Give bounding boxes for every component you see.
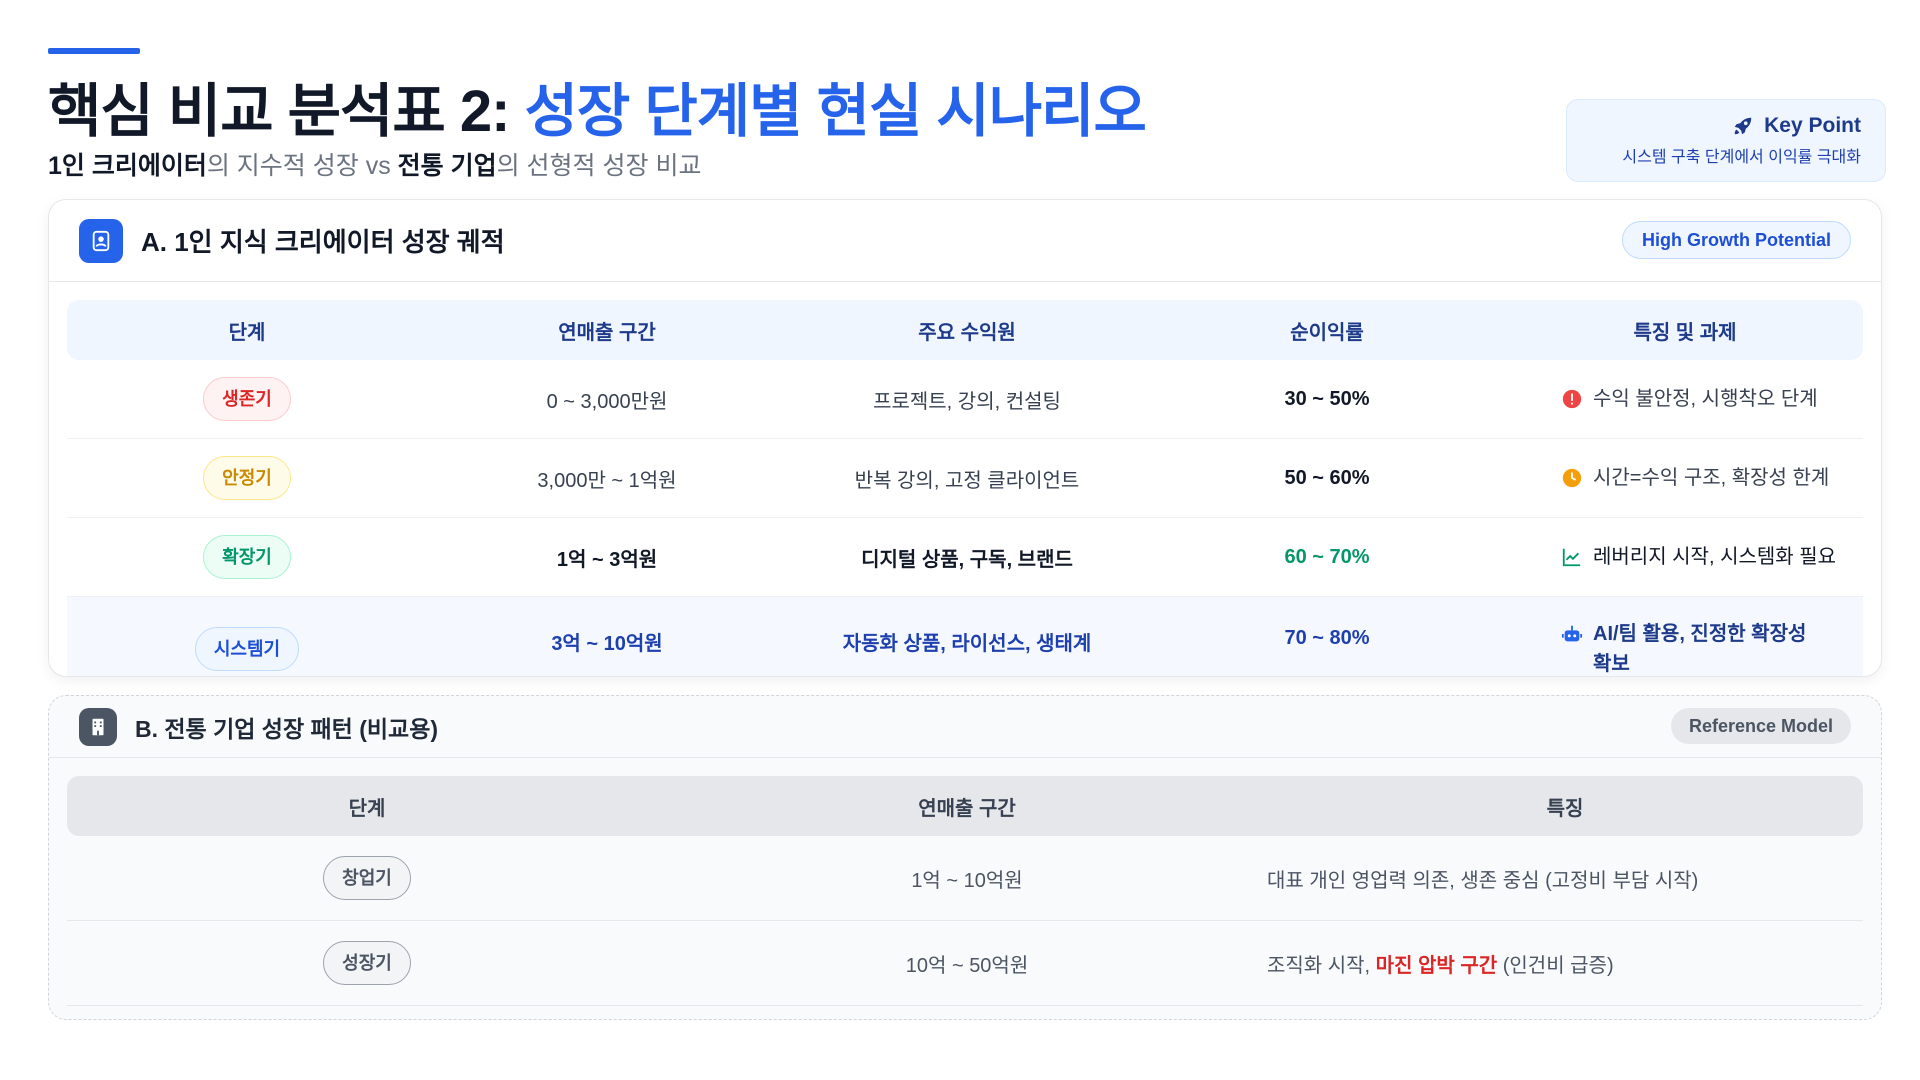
stage-badge: 생존기 [203,377,291,421]
reference-model-pill: Reference Model [1670,708,1851,744]
subtitle-bold-2: 전통 기업 [397,152,497,180]
rocket-icon [1734,117,1752,135]
note-highlight: 마진 압박 구간 [1375,954,1498,977]
title-highlight: 성장 단계별 현실 시나리오 [524,79,1147,144]
note-cell: 시간=수익 구조, 확장성 한계 [1507,463,1863,493]
revenue-cell: 0 ~ 3,000만원 [546,390,668,413]
table-row: 안정기 3,000만 ~ 1억원 반복 강의, 고정 클라이언트 50 ~ 60… [67,439,1863,518]
col-header-margin: 순이익률 [1290,321,1364,344]
stage-badge: 시스템기 [194,627,300,671]
col-header-stage: 단계 [228,321,266,344]
chart-line-icon [1562,548,1581,567]
table-row: 확장기 1억 ~ 3억원 디지털 상품, 구독, 브랜드 60 ~ 70% 레버… [67,518,1863,597]
margin-cell: 70 ~ 80% [1284,627,1370,649]
section-a-card: A. 1인 지식 크리에이터 성장 궤적 High Growth Potenti… [48,199,1882,677]
note-text: 시간=수익 구조, 확장성 한계 [1593,467,1830,489]
high-growth-pill: High Growth Potential [1622,221,1851,259]
section-b-card: B. 전통 기업 성장 패턴 (비교용) Reference Model 단계 … [48,695,1882,1020]
key-point-box: Key Point 시스템 구축 단계에서 이익률 극대화 [1566,99,1886,182]
source-cell: 디지털 상품, 구독, 브랜드 [861,548,1073,571]
section-b-table: 단계 연매출 구간 특징 창업기 1억 ~ 10억원 대표 개인 영업력 의존,… [67,776,1863,1006]
note-text: 레버리지 시작, 시스템화 필요 [1593,546,1837,568]
section-b-header: B. 전통 기업 성장 패턴 (비교용) Reference Model [49,696,1881,758]
col-header-revenue: 연매출 구간 [558,321,656,344]
col-header-notes: 특징 및 과제 [1633,321,1737,344]
key-point-label: Key Point [1764,114,1861,137]
revenue-cell: 10억 ~ 50억원 [905,954,1029,977]
subtitle-text-1: 의 지수적 성장 vs [206,152,398,180]
table-row: 창업기 1억 ~ 10억원 대표 개인 영업력 의존, 생존 중심 (고정비 부… [67,836,1863,921]
section-a-title: A. 1인 지식 크리에이터 성장 궤적 [141,227,505,257]
section-b-table-header: 단계 연매출 구간 특징 [67,776,1863,836]
note-cell: 수익 불안정, 시행착오 단계 [1507,384,1863,414]
note-text: 조직화 시작, [1267,954,1376,977]
note-cell: AI/팀 활용, 진정한 확장성 확보 [1507,619,1863,676]
accent-bar [48,48,140,54]
section-a-table-header: 단계 연매출 구간 주요 수익원 순이익률 특징 및 과제 [67,300,1863,360]
table-row: 생존기 0 ~ 3,000만원 프로젝트, 강의, 컨설팅 30 ~ 50% 수… [67,360,1863,439]
section-a-table: 단계 연매출 구간 주요 수익원 순이익률 특징 및 과제 생존기 0 ~ 3,… [67,300,1863,676]
note-cell: 대표 개인 영업력 의존, 생존 중심 (고정비 부담 시작) [1267,864,1863,893]
note-text-post: (인건비 급증) [1497,954,1614,977]
revenue-cell: 1억 ~ 10억원 [911,869,1023,892]
user-icon [79,218,123,263]
margin-cell: 30 ~ 50% [1284,387,1370,410]
key-point-title: Key Point [1591,114,1861,138]
col-header-stage: 단계 [348,797,386,820]
subtitle-text-2: 의 선형적 성장 비교 [496,152,702,180]
stage-badge: 성장기 [323,941,411,985]
table-row: 성장기 10억 ~ 50억원 조직화 시작, 마진 압박 구간 (인건비 급증) [67,921,1863,1006]
section-b-title: B. 전통 기업 성장 패턴 (비교용) [135,715,439,742]
col-header-notes: 특징 [1546,797,1584,820]
note-text: 대표 개인 영업력 의존, 생존 중심 (고정비 부담 시작) [1267,869,1699,892]
col-header-revenue: 연매출 구간 [918,797,1016,820]
key-point-desc: 시스템 구축 단계에서 이익률 극대화 [1622,149,1861,166]
note-cell: 레버리지 시작, 시스템화 필요 [1507,542,1863,572]
subtitle-bold-1: 1인 크리에이터 [48,152,207,180]
page-subtitle: 1인 크리에이터의 지수적 성장 vs 전통 기업의 선형적 성장 비교 [48,146,701,182]
source-cell: 반복 강의, 고정 클라이언트 [854,469,1080,492]
table-row: 시스템기 3억 ~ 10억원 자동화 상품, 라이선스, 생태계 70 ~ 80… [67,597,1863,676]
title-main: 핵심 비교 분석표 2: [48,79,510,144]
source-cell: 프로젝트, 강의, 컨설팅 [873,390,1061,413]
revenue-cell: 3,000만 ~ 1억원 [537,469,677,492]
note-text: 수익 불안정, 시행착오 단계 [1593,388,1818,410]
revenue-cell: 1억 ~ 3억원 [556,548,658,571]
clock-icon [1562,468,1582,488]
stage-badge: 안정기 [203,456,291,500]
note-cell: 조직화 시작, 마진 압박 구간 (인건비 급증) [1267,949,1863,978]
source-cell: 자동화 상품, 라이선스, 생태계 [842,633,1092,655]
alert-icon [1562,389,1582,409]
margin-cell: 50 ~ 60% [1284,466,1370,489]
robot-icon [1561,625,1583,642]
section-a-header: A. 1인 지식 크리에이터 성장 궤적 High Growth Potenti… [49,200,1881,282]
revenue-cell: 3억 ~ 10억원 [551,633,663,655]
stage-badge: 확장기 [203,535,291,579]
margin-cell: 60 ~ 70% [1284,545,1370,568]
note-text: AI/팀 활용, 진정한 확장성 확보 [1593,623,1807,675]
col-header-source: 주요 수익원 [918,321,1016,344]
stage-badge: 창업기 [323,856,411,900]
building-icon [79,707,117,746]
page-title: 핵심 비교 분석표 2: 성장 단계별 현실 시나리오 [48,64,1147,148]
